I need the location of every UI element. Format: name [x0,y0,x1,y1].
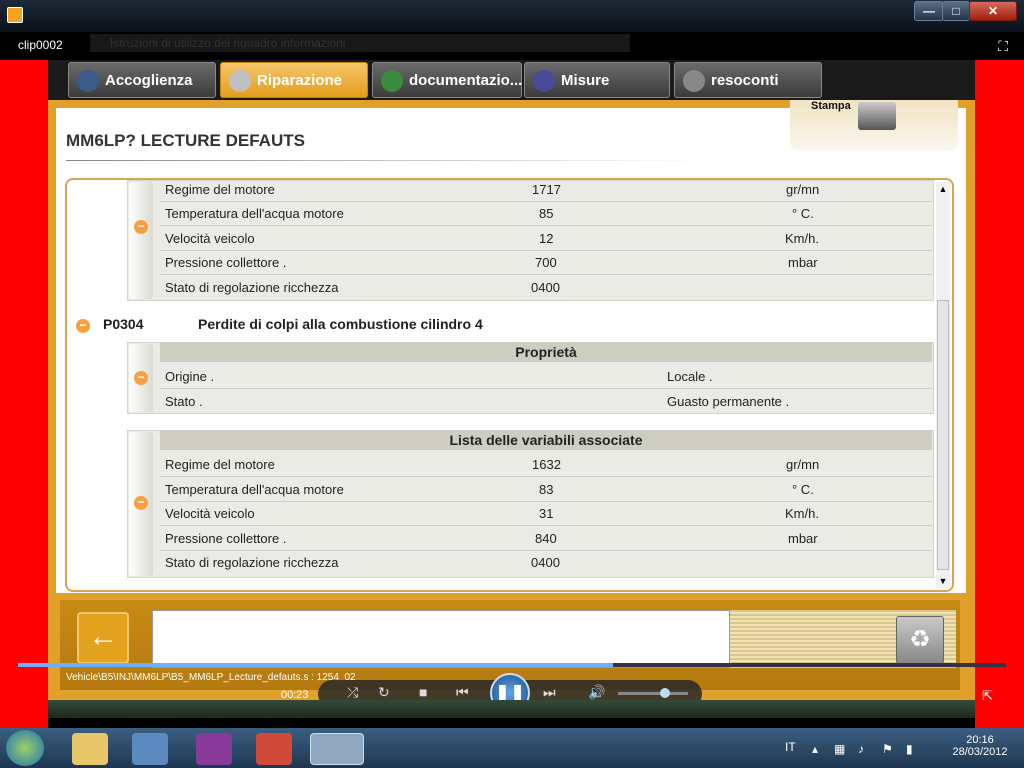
tab-resoconti[interactable]: resoconti [674,62,822,98]
scroll-down-icon[interactable]: ▼ [936,574,950,588]
volume-knob[interactable] [660,688,670,698]
recycle-bin-icon: ♻ [909,626,931,653]
volume-icon[interactable]: 🔊 [588,684,605,701]
ghost-info-bar: Istruzioni di utilizzo del riquadro info… [90,34,630,52]
back-arrow-icon: ← [88,620,118,653]
table-row: Velocità veicolo 12 Km/h. [160,227,932,251]
yahoo-messenger-icon[interactable] [196,733,232,765]
table-row: Regime del motore 1717 gr/mn [160,178,932,202]
report-icon [683,70,705,92]
clock-time: 20:16 [966,734,994,746]
trash-button[interactable]: ♻ [896,616,944,664]
network-icon[interactable]: ▦ [834,742,845,756]
message-box [152,610,730,668]
media-player-icon[interactable] [310,733,364,765]
page-title: MM6LP? LECTURE DEFAUTS [66,131,305,150]
table-row: Pressione collettore . 700 mbar [160,251,932,275]
table-row: Temperatura dell'acqua motore 83 ° C. [160,478,932,502]
table-row: Temperatura dell'acqua motore 85 ° C. [160,202,932,226]
fault-collapse-icon[interactable]: − [76,319,90,333]
tab-accoglienza[interactable]: Accoglienza [68,62,216,98]
red-border-left [0,60,48,728]
table-row: Stato . Guasto permanente . [165,394,790,409]
tab-riparazione[interactable]: Riparazione [220,62,368,98]
chrome-icon[interactable] [256,733,292,765]
volume-slider[interactable] [618,692,688,695]
variables-header: Lista delle variabili associate [160,430,932,450]
repeat-icon[interactable]: ↻ [378,684,390,701]
shuffle-icon[interactable]: ⤮ [347,684,358,701]
tab-misure[interactable]: Misure [524,62,670,98]
scrollbar-thumb[interactable] [937,300,949,570]
action-center-icon[interactable]: ⚑ [882,742,893,756]
start-button[interactable] [6,730,44,766]
waveform-icon [533,70,555,92]
tray-arrow-icon[interactable]: ▴ [812,742,818,756]
table-row: Origine . Locale . [160,365,932,389]
stop-icon[interactable]: ■ [419,684,427,700]
maximize-button[interactable]: □ [942,1,970,21]
table-row: Regime del motore 1632 gr/mn [160,453,932,477]
language-indicator[interactable]: IT [785,740,796,754]
fault-code: P0304 [103,316,144,332]
window-titlebar [0,0,1024,32]
close-button[interactable]: ✕ [969,1,1017,21]
next-icon[interactable]: ⏭ [543,684,556,701]
script-path: Vehicle\B5\INJ\MM6LP\B5_MM6LP_Lecture_de… [66,672,356,683]
collapse-icon[interactable]: − [134,496,148,510]
clock[interactable]: 20:16 28/03/2012 [940,734,1020,758]
group-handle[interactable] [129,182,153,299]
tab-documentazione[interactable]: documentazio... [372,62,522,98]
properties-header: Proprietà [160,342,932,362]
app-icon [7,7,23,23]
previous-icon[interactable]: ⏮ [456,684,469,701]
back-button[interactable]: ← [77,612,129,664]
printer-icon [858,102,896,130]
seek-bar-fill [18,663,613,667]
minimize-button[interactable]: — [914,1,944,21]
table-row: Stato di regolazione ricchezza 0400 [165,555,560,570]
red-border-right [975,60,1024,728]
clock-date: 28/03/2012 [952,746,1008,758]
table-row: Stato di regolazione ricchezza 0400 [165,280,560,295]
scroll-up-icon[interactable]: ▲ [936,182,950,196]
table-row: Velocità veicolo 31 Km/h. [160,502,932,526]
collapse-icon[interactable]: − [134,371,148,385]
ie-icon[interactable] [132,733,168,765]
switch-view-icon[interactable]: ⇱ [982,688,993,704]
stampa-label: Stampa [811,100,851,112]
fullscreen-icon[interactable]: ⛶ [998,38,1008,55]
signal-icon[interactable]: ▮ [906,742,913,756]
recorded-taskbar [48,700,975,718]
folder-icon[interactable] [72,733,108,765]
home-gear-icon [77,70,99,92]
magnifier-icon [229,70,251,92]
title-underline [66,160,706,161]
book-icon [381,70,403,92]
fault-description: Perdite di colpi alla combustione cilind… [198,316,483,332]
volume-tray-icon[interactable]: ♪ [858,742,864,756]
collapse-icon[interactable]: − [134,220,148,234]
clip-name: clip0002 [18,38,63,52]
table-row: Pressione collettore . 840 mbar [160,527,932,551]
